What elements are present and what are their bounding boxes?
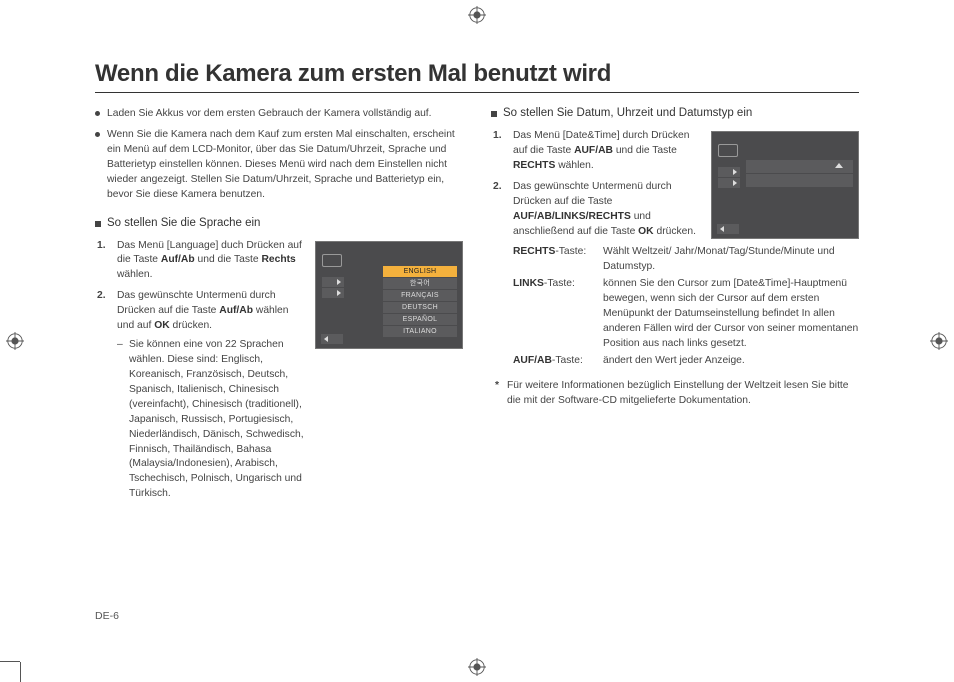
step-text: Das gewünschte Untermenü durch Drücken a… bbox=[513, 181, 672, 207]
key-label: OK bbox=[154, 320, 169, 331]
lcd-back-indicator bbox=[717, 224, 739, 234]
chevron-up-icon bbox=[835, 163, 843, 168]
key-description-table: RECHTS-Taste: Wählt Weltzeit/ Jahr/Monat… bbox=[491, 245, 859, 368]
lcd-menu-item: ESPAÑOL bbox=[383, 314, 457, 326]
key-label: LINKS bbox=[513, 278, 544, 289]
lcd-menu-item: DEUTSCH bbox=[383, 302, 457, 314]
left-column: Laden Sie Akkus vor dem ersten Gebrauch … bbox=[95, 107, 463, 622]
lcd-menu-item: ITALIANO bbox=[383, 326, 457, 338]
list-item: Das Menü [Language] duch Drücken auf die… bbox=[113, 239, 305, 284]
lcd-nav-row bbox=[322, 288, 344, 298]
key-label: Rechts bbox=[261, 254, 295, 265]
footnote-text: Für weitere Informationen bezüglich Eins… bbox=[507, 379, 859, 409]
page-number: DE-6 bbox=[95, 610, 119, 622]
list-item: Wenn Sie die Kamera nach dem Kauf zum er… bbox=[95, 128, 463, 203]
intro-list: Laden Sie Akkus vor dem ersten Gebrauch … bbox=[95, 107, 463, 203]
lcd-datetime-panel bbox=[746, 160, 853, 200]
lcd-menu-item: 한국어 bbox=[383, 278, 457, 290]
language-steps: Das Menü [Language] duch Drücken auf die… bbox=[95, 239, 305, 503]
right-column: So stellen Sie Datum, Uhrzeit und Datums… bbox=[491, 107, 859, 622]
list-item: Laden Sie Akkus vor dem ersten Gebrauch … bbox=[95, 107, 463, 122]
step-text: wählen. bbox=[555, 160, 593, 171]
key-label: AUF/AB/LINKS/RECHTS bbox=[513, 211, 631, 222]
lcd-tab-icon bbox=[718, 144, 738, 157]
datetime-steps: Das Menü [Date&Time] durch Drücken auf d… bbox=[491, 129, 701, 239]
key-label: AUF/AB bbox=[513, 355, 552, 366]
lcd-nav-row bbox=[718, 178, 740, 188]
datetime-section-heading: So stellen Sie Datum, Uhrzeit und Datums… bbox=[491, 107, 859, 119]
lcd-tab-icon bbox=[322, 254, 342, 267]
footnote: * Für weitere Informationen bezüglich Ei… bbox=[491, 379, 859, 409]
lcd-nav-row bbox=[718, 167, 740, 177]
key-description: Wählt Weltzeit/ Jahr/Monat/Tag/Stunde/Mi… bbox=[603, 245, 859, 275]
key-suffix: -Taste: bbox=[552, 355, 583, 366]
key-suffix: -Taste: bbox=[555, 246, 586, 257]
step-text: drücken. bbox=[170, 320, 212, 331]
table-row: AUF/AB-Taste: ändert den Wert jeder Anze… bbox=[513, 354, 859, 369]
lcd-back-indicator bbox=[321, 334, 343, 344]
key-description: ändert den Wert jeder Anzeige. bbox=[603, 354, 859, 369]
step-text: und die Taste bbox=[613, 145, 677, 156]
registration-mark-left bbox=[6, 332, 24, 350]
lcd-language-menu: ENGLISH 한국어 FRANÇAIS DEUTSCH ESPAÑOL ITA… bbox=[383, 266, 457, 338]
registration-mark-bottom bbox=[468, 658, 486, 676]
lcd-menu-item-selected: ENGLISH bbox=[383, 266, 457, 278]
language-section-heading: So stellen Sie die Sprache ein bbox=[95, 217, 463, 229]
step-text: wählen. bbox=[117, 269, 153, 280]
key-label: AUF/AB bbox=[574, 145, 613, 156]
page-title: Wenn die Kamera zum ersten Mal benutzt w… bbox=[95, 60, 859, 93]
key-label: RECHTS bbox=[513, 246, 555, 257]
lcd-menu-item: FRANÇAIS bbox=[383, 290, 457, 302]
crop-mark-bottom-left bbox=[20, 622, 60, 662]
key-label: Auf/Ab bbox=[219, 305, 253, 316]
key-description: können Sie den Cursor zum [Date&Time]-Ha… bbox=[603, 277, 859, 352]
list-item: Das gewünschte Untermenü durch Drücken a… bbox=[509, 180, 701, 240]
lcd-screenshot-datetime bbox=[711, 131, 859, 239]
list-item: Sie können eine von 22 Sprachen wählen. … bbox=[129, 338, 305, 502]
step-text: und die Taste bbox=[195, 254, 262, 265]
key-label: Auf/Ab bbox=[161, 254, 195, 265]
table-row: LINKS-Taste: können Sie den Cursor zum [… bbox=[513, 277, 859, 352]
table-row: RECHTS-Taste: Wählt Weltzeit/ Jahr/Monat… bbox=[513, 245, 859, 275]
list-item: Das Menü [Date&Time] durch Drücken auf d… bbox=[509, 129, 701, 174]
key-suffix: -Taste: bbox=[544, 278, 575, 289]
list-item: Das gewünschte Untermenü durch Drücken a… bbox=[113, 289, 305, 502]
footnote-marker: * bbox=[495, 379, 499, 409]
key-label: OK bbox=[638, 226, 653, 237]
lcd-nav-row bbox=[322, 277, 344, 287]
registration-mark-top bbox=[468, 6, 486, 24]
key-label: RECHTS bbox=[513, 160, 555, 171]
registration-mark-right bbox=[930, 332, 948, 350]
step-text: drücken. bbox=[654, 226, 696, 237]
page-content: Wenn die Kamera zum ersten Mal benutzt w… bbox=[95, 60, 859, 622]
lcd-screenshot-language: ENGLISH 한국어 FRANÇAIS DEUTSCH ESPAÑOL ITA… bbox=[315, 241, 463, 349]
